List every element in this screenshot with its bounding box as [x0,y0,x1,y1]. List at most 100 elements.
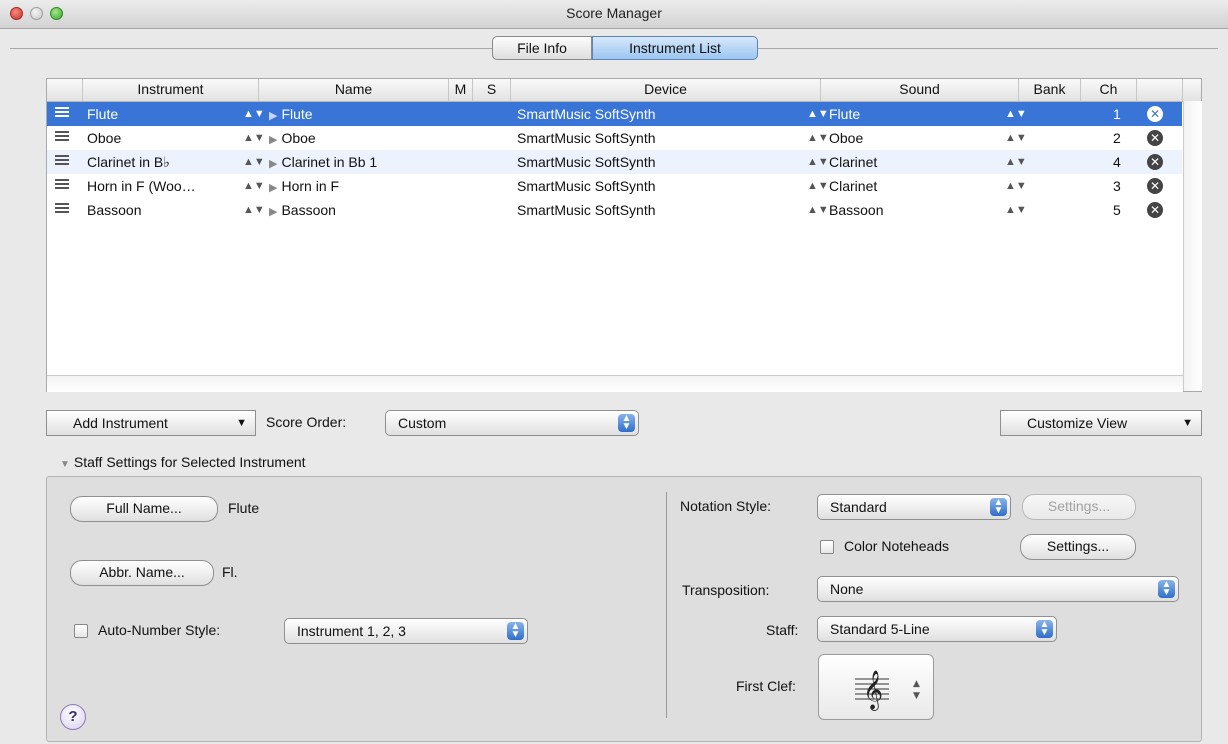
disclosure-triangle-icon[interactable]: ▶ [269,182,277,194]
chevron-down-icon: ▼ [1182,417,1193,429]
title-bar: Score Manager [0,0,1228,29]
stepper-icon[interactable]: ▲▼ [1005,174,1027,198]
name-cell[interactable]: ▶ Flute [269,102,313,126]
instrument-cell[interactable]: Horn in F (Woo… [87,174,196,198]
column-header-device[interactable]: Device [511,79,821,101]
device-cell[interactable]: SmartMusic SoftSynth [517,102,656,126]
popup-arrows-icon: ▲ ▼ [1036,620,1053,638]
tab-instrument-list[interactable]: Instrument List [592,36,758,60]
delete-row-icon[interactable]: ✕ [1147,202,1163,218]
notation-style-popup[interactable]: Standard ▲ ▼ [817,494,1011,520]
stepper-icon[interactable]: ▲▼ [243,174,265,198]
column-header-mute[interactable]: M [449,79,473,101]
stepper-icon[interactable]: ▲▼ [243,150,265,174]
stepper-icon[interactable]: ▲▼ [1005,102,1027,126]
name-cell[interactable]: ▶ Horn in F [269,174,339,198]
treble-clef-icon: 𝄞 ▲ ▼ [855,670,920,711]
add-instrument-button[interactable]: Add Instrument ▼ [46,410,256,436]
stepper-icon[interactable]: ▲▼ [807,102,829,126]
staff-settings-disclosure[interactable]: ▼ Staff Settings for Selected Instrument [60,454,306,470]
color-noteheads-label: Color Noteheads [844,538,950,554]
instrument-cell[interactable]: Bassoon [87,198,141,222]
notation-style-value: Standard [830,499,887,515]
disclosure-triangle-icon[interactable]: ▶ [269,110,277,122]
channel-cell[interactable]: 3 [1113,174,1121,198]
channel-cell[interactable]: 5 [1113,198,1121,222]
name-cell-text: Horn in F [281,178,340,194]
name-cell[interactable]: ▶ Clarinet in Bb 1 [269,150,377,174]
table-row[interactable]: Oboe ▲▼ ▶ Oboe SmartMusic SoftSynth ▲▼ Ob… [47,126,1182,150]
device-cell[interactable]: SmartMusic SoftSynth [517,198,656,222]
stepper-icon[interactable]: ▲▼ [243,126,265,150]
svg-text:▲: ▲ [913,679,920,689]
table-row[interactable]: Flute ▲▼ ▶ Flute SmartMusic SoftSynth ▲▼ … [47,102,1182,126]
column-header-channel[interactable]: Ch [1081,79,1137,101]
column-header-name[interactable]: Name [259,79,449,101]
disclosure-triangle-icon: ▼ [60,459,70,470]
instrument-cell[interactable]: Oboe [87,126,121,150]
auto-number-popup[interactable]: Instrument 1, 2, 3 ▲ ▼ [284,618,528,644]
help-icon[interactable]: ? [60,704,86,730]
full-name-button[interactable]: Full Name... [70,496,218,522]
stepper-icon[interactable]: ▲▼ [243,102,265,126]
channel-cell[interactable]: 1 [1113,102,1121,126]
delete-row-icon[interactable]: ✕ [1147,178,1163,194]
column-header-bank[interactable]: Bank [1019,79,1081,101]
score-order-popup[interactable]: Custom ▲ ▼ [385,410,639,436]
name-cell[interactable]: ▶ Bassoon [269,198,336,222]
vertical-scrollbar[interactable] [1183,101,1202,391]
abbr-name-button[interactable]: Abbr. Name... [70,560,214,586]
transposition-popup[interactable]: None ▲ ▼ [817,576,1179,602]
add-instrument-label: Add Instrument [73,415,168,431]
delete-row-icon[interactable]: ✕ [1147,130,1163,146]
channel-cell[interactable]: 4 [1113,150,1121,174]
drag-handle-icon[interactable] [55,203,69,227]
delete-row-icon[interactable]: ✕ [1147,106,1163,122]
customize-view-button[interactable]: Customize View ▼ [1000,410,1202,436]
transposition-label: Transposition: [682,582,770,598]
device-cell[interactable]: SmartMusic SoftSynth [517,150,656,174]
disclosure-triangle-icon[interactable]: ▶ [269,134,277,146]
stepper-icon[interactable]: ▲▼ [243,198,265,222]
instrument-cell[interactable]: Clarinet in B♭ [87,150,170,174]
instrument-cell[interactable]: Flute [87,102,118,126]
notation-settings-button[interactable]: Settings... [1022,494,1136,520]
column-header-instrument[interactable]: Instrument [83,79,259,101]
auto-number-checkbox[interactable] [74,624,88,638]
disclosure-triangle-icon[interactable]: ▶ [269,158,277,170]
device-cell[interactable]: SmartMusic SoftSynth [517,174,656,198]
sound-cell[interactable]: Flute [829,102,860,126]
column-header-sound[interactable]: Sound [821,79,1019,101]
device-cell[interactable]: SmartMusic SoftSynth [517,126,656,150]
sound-cell[interactable]: Clarinet [829,174,877,198]
stepper-icon[interactable]: ▲▼ [1005,198,1027,222]
popup-arrows-icon: ▲ ▼ [990,498,1007,516]
table-row[interactable]: Clarinet in B♭ ▲▼ ▶ Clarinet in Bb 1 Smar… [47,150,1182,174]
sound-cell[interactable]: Oboe [829,126,863,150]
svg-text:▼: ▼ [913,691,920,701]
first-clef-popup[interactable]: 𝄞 ▲ ▼ [818,654,934,720]
horizontal-scrollbar[interactable] [47,375,1183,392]
disclosure-triangle-icon[interactable]: ▶ [269,206,277,218]
name-cell[interactable]: ▶ Oboe [269,126,316,150]
delete-row-icon[interactable]: ✕ [1147,154,1163,170]
color-settings-button[interactable]: Settings... [1020,534,1136,560]
stepper-icon[interactable]: ▲▼ [807,126,829,150]
channel-cell[interactable]: 2 [1113,126,1121,150]
stepper-icon[interactable]: ▲▼ [807,174,829,198]
sound-cell[interactable]: Clarinet [829,150,877,174]
stepper-icon[interactable]: ▲▼ [1005,126,1027,150]
customize-view-label: Customize View [1027,415,1128,431]
table-row[interactable]: Horn in F (Woo… ▲▼ ▶ Horn in F SmartMusic… [47,174,1182,198]
instrument-table[interactable]: Instrument Name M S Device Sound Bank Ch… [46,78,1202,392]
abbr-name-value: Fl. [222,564,238,580]
stepper-icon[interactable]: ▲▼ [1005,150,1027,174]
stepper-icon[interactable]: ▲▼ [807,150,829,174]
table-row[interactable]: Bassoon ▲▼ ▶ Bassoon SmartMusic SoftSynth… [47,198,1182,222]
color-noteheads-checkbox[interactable] [820,540,834,554]
column-header-solo[interactable]: S [473,79,511,101]
sound-cell[interactable]: Bassoon [829,198,883,222]
stepper-icon[interactable]: ▲▼ [807,198,829,222]
tab-file-info[interactable]: File Info [492,36,592,60]
staff-popup[interactable]: Standard 5-Line ▲ ▼ [817,616,1057,642]
